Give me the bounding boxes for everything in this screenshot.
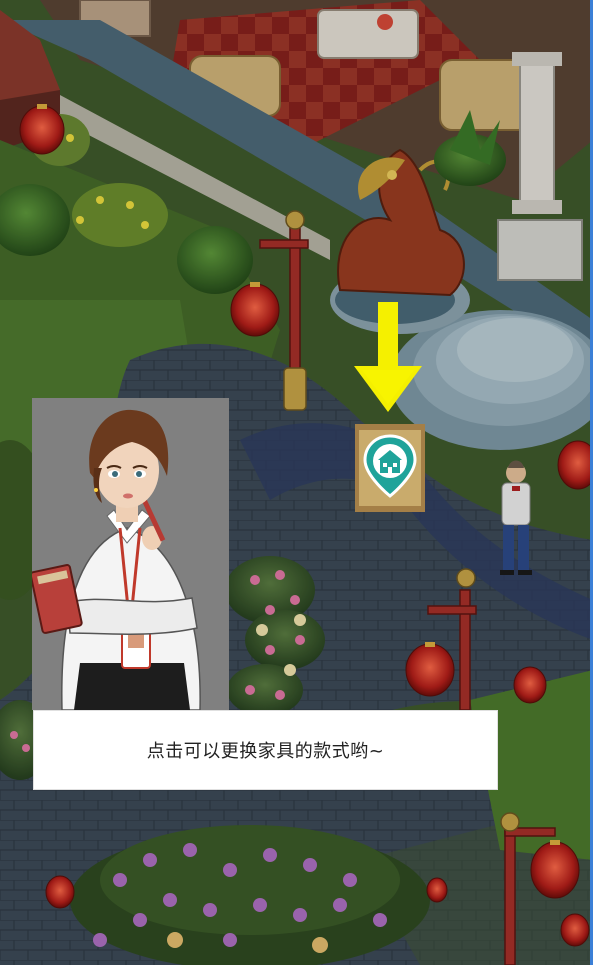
dialog-text: 点击可以更换家具的款式哟~ [146, 741, 385, 762]
game-scene: 点击可以更换家具的款式哟~ [0, 0, 593, 965]
character-portrait [32, 398, 229, 710]
furniture-style-button[interactable] [355, 424, 425, 512]
tutorial-dialog[interactable]: 点击可以更换家具的款式哟~ [33, 710, 498, 790]
designer-character [32, 398, 229, 710]
arrow-down-icon [354, 302, 422, 412]
